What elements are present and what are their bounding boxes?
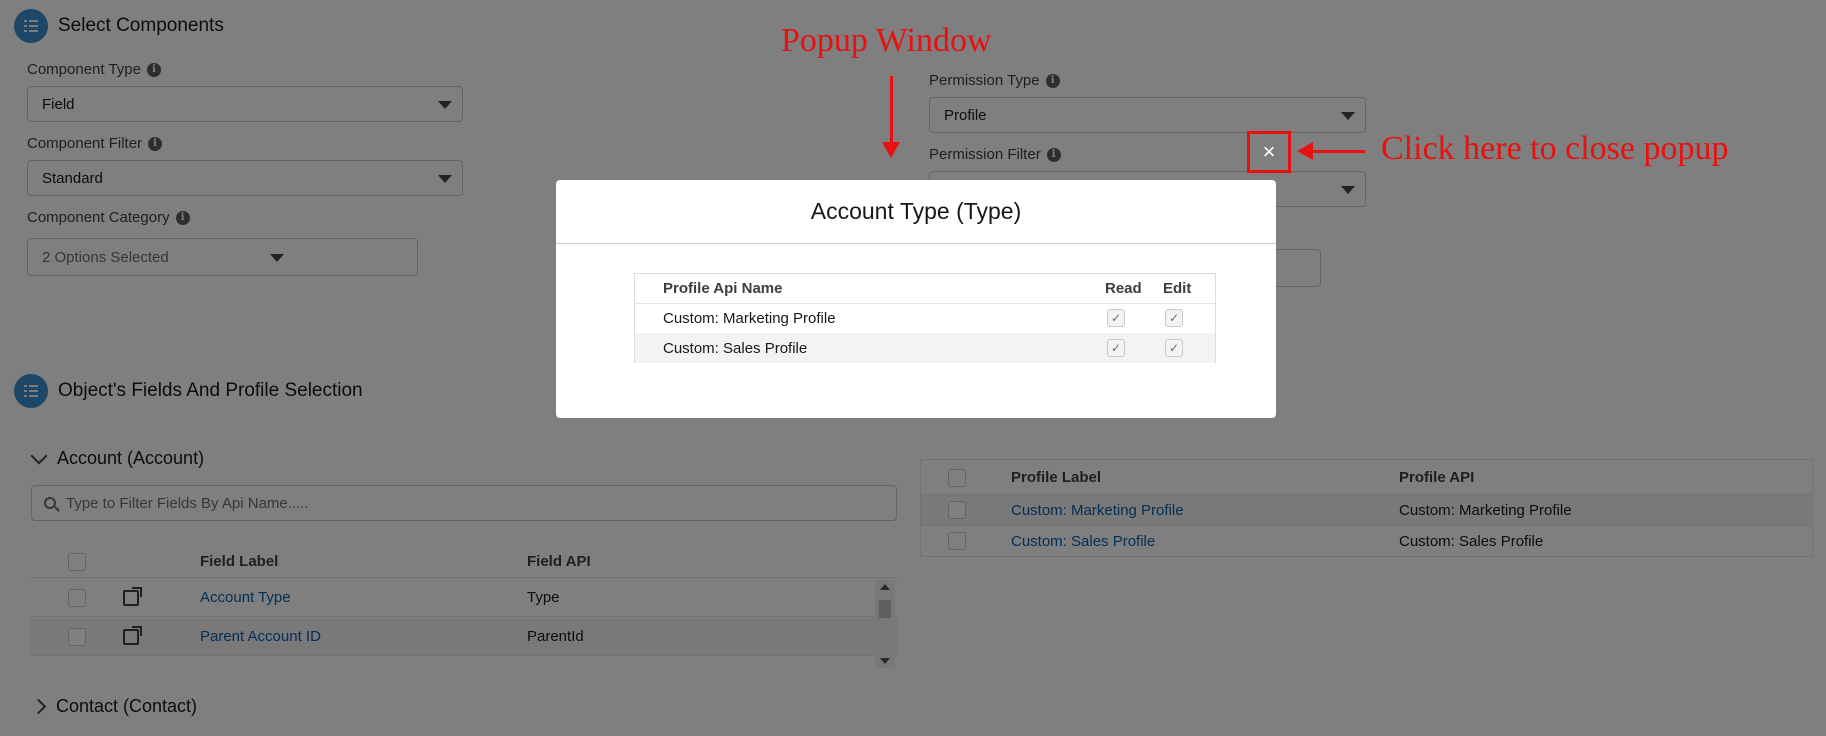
profile-name: Custom: Sales Profile bbox=[663, 339, 808, 357]
arrow-left-icon bbox=[1297, 142, 1365, 160]
column-header-profile-api-name: Profile Api Name bbox=[663, 280, 783, 297]
close-modal-button[interactable]: × bbox=[1247, 131, 1291, 173]
modal-title: Account Type (Type) bbox=[810, 198, 1022, 224]
permission-table: Profile Api Name Read Edit Custom: Marke… bbox=[634, 273, 1216, 363]
popup-window-annotation: Popup Window bbox=[781, 22, 992, 59]
column-header-read: Read bbox=[1105, 280, 1142, 297]
column-header-edit: Edit bbox=[1163, 280, 1192, 297]
arrow-down-icon bbox=[882, 76, 900, 158]
account-type-modal: Account Type (Type) Profile Api Name Rea… bbox=[556, 180, 1276, 418]
edit-checkbox: ✓ bbox=[1165, 309, 1183, 327]
close-popup-annotation: Click here to close popup bbox=[1381, 130, 1729, 167]
close-icon: × bbox=[1262, 139, 1276, 164]
modal-divider bbox=[556, 243, 1276, 244]
read-checkbox: ✓ bbox=[1107, 309, 1125, 327]
edit-checkbox: ✓ bbox=[1165, 339, 1183, 357]
table-row: Custom: Marketing Profile ✓ ✓ bbox=[635, 303, 1215, 333]
table-header-row: Profile Api Name Read Edit bbox=[635, 274, 1215, 304]
read-checkbox: ✓ bbox=[1107, 339, 1125, 357]
table-row: Custom: Sales Profile ✓ ✓ bbox=[635, 333, 1215, 363]
profile-name: Custom: Marketing Profile bbox=[663, 309, 836, 327]
